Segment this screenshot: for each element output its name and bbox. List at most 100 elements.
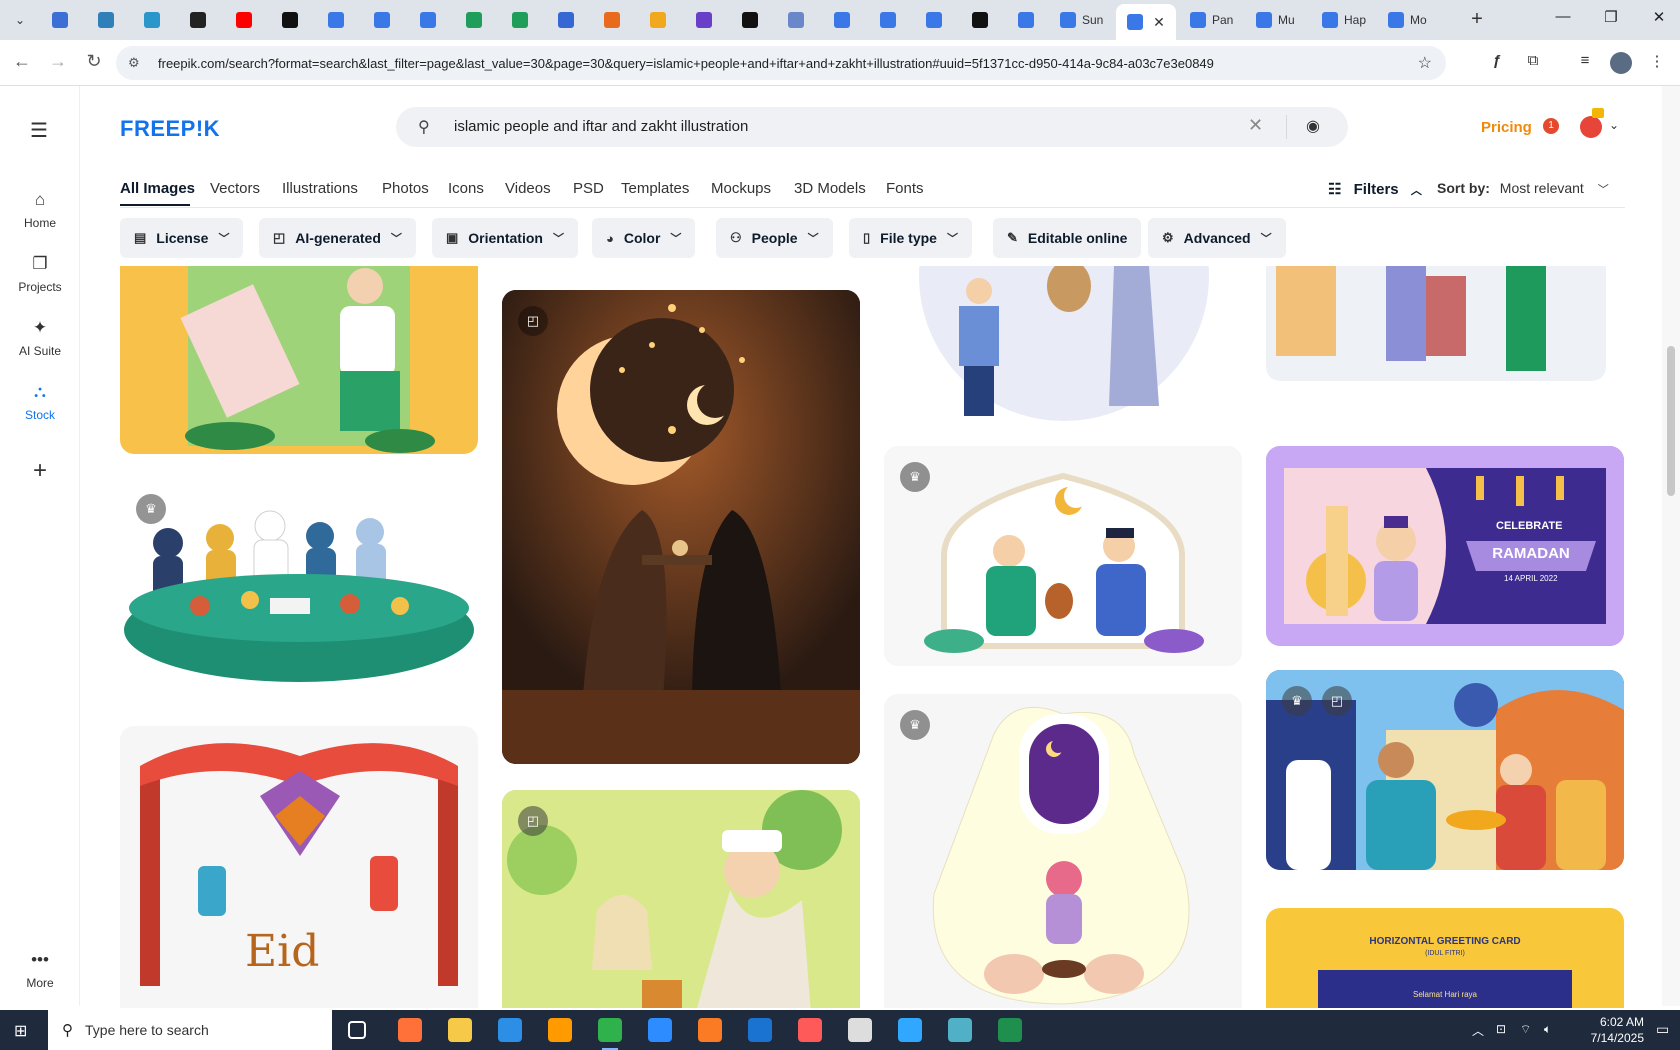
url-text[interactable]: freepik.com/search?format=search&last_fi… (158, 56, 1214, 71)
rail-item-ai-suite[interactable]: ✦ AI Suite (0, 318, 80, 358)
result-card-charity-circle[interactable] (884, 266, 1242, 424)
browser-tab[interactable] (958, 6, 1002, 34)
scrollbar-thumb[interactable] (1667, 346, 1675, 496)
browser-tab[interactable] (38, 6, 82, 34)
firefox-icon[interactable] (398, 1018, 422, 1042)
notification-center-icon[interactable]: ▭ (1656, 1021, 1669, 1038)
tray-chevron-up-icon[interactable]: ︿ (1472, 1022, 1484, 1039)
browser-tab[interactable] (866, 6, 910, 34)
result-card-zakat-giving[interactable]: ♛ (884, 446, 1242, 666)
browser-tab[interactable] (728, 6, 772, 34)
clear-search-icon[interactable]: ✕ (1248, 115, 1263, 136)
result-card-eid-lantern[interactable]: Eid (120, 726, 478, 1008)
close-window-button[interactable]: ✕ (1644, 8, 1674, 26)
browser-tab[interactable] (912, 6, 956, 34)
browser-tab[interactable] (360, 6, 404, 34)
volume-icon[interactable]: 🔈︎ (1544, 1022, 1551, 1037)
result-card-market-food[interactable]: ♛ ◰ (1266, 670, 1624, 870)
result-card-celebrate-ramadan[interactable]: CELEBRATE RAMADAN 14 APRIL 2022 (1266, 446, 1624, 646)
category-tab-icons[interactable]: Icons (448, 180, 484, 197)
zoom-icon[interactable] (648, 1018, 672, 1042)
category-tab-photos[interactable]: Photos (382, 180, 429, 197)
category-tab-templates[interactable]: Templates (621, 180, 689, 197)
filter-chip-file-type[interactable]: ▯ File type ﹀ (849, 218, 972, 258)
extensions-puzzle-icon[interactable]: ⧉ (1522, 52, 1544, 69)
category-tab-mockups[interactable]: Mockups (711, 180, 771, 197)
browser-tab[interactable] (406, 6, 450, 34)
filter-chip-people[interactable]: ⚇ People ﹀ (716, 218, 833, 258)
task-view-icon[interactable] (348, 1021, 366, 1039)
browser-tab[interactable]: ✕ (1116, 4, 1176, 40)
result-card-horizontal-greeting[interactable]: HORIZONTAL GREETING CARD (IDUL FITRI) Se… (1266, 908, 1624, 1008)
browser-tab[interactable] (452, 6, 496, 34)
rail-item-home[interactable]: ⌂ Home (0, 190, 80, 230)
camera-search-icon[interactable]: ◉ (1306, 116, 1320, 136)
wifi-icon[interactable]: ⌔ (1520, 1022, 1531, 1037)
sort-dropdown[interactable]: Sort by: Most relevant ﹀ (1437, 180, 1609, 197)
browser-tab[interactable]: Pan (1180, 6, 1238, 34)
browser-tab[interactable] (268, 6, 312, 34)
rail-item-more[interactable]: ••• More (0, 950, 80, 990)
rail-item-projects[interactable]: ❐ Projects (0, 254, 80, 294)
app-gem-icon[interactable] (948, 1018, 972, 1042)
chrome-icon[interactable] (598, 1018, 622, 1050)
filter-chip-orientation[interactable]: ▣ Orientation ﹀ (432, 218, 578, 258)
search-bar[interactable]: ⚲ islamic people and iftar and zakht ill… (396, 107, 1348, 147)
browser-tab[interactable] (130, 6, 174, 34)
extension-fonts-icon[interactable]: ƒ (1486, 52, 1508, 69)
browser-tab[interactable] (498, 6, 542, 34)
new-tab-button[interactable]: + (1465, 8, 1489, 32)
vscode-icon[interactable] (498, 1018, 522, 1042)
inkscape-icon[interactable] (848, 1018, 872, 1042)
browser-tab[interactable] (84, 6, 128, 34)
excel-icon[interactable] (998, 1018, 1022, 1042)
reload-button[interactable]: ↻ (82, 51, 106, 72)
browser-tab[interactable] (544, 6, 588, 34)
category-tab-vectors[interactable]: Vectors (210, 180, 260, 197)
result-card-elderly-couple[interactable] (1266, 266, 1606, 381)
user-avatar[interactable] (1580, 116, 1602, 138)
illustrator-icon[interactable] (548, 1018, 572, 1042)
result-card-drum-illustration[interactable] (120, 266, 478, 454)
tab-search-chevron-icon[interactable]: ⌄ (8, 8, 32, 32)
filter-chip-color[interactable]: ◕ Color ﹀ (592, 218, 696, 258)
photoshop-icon[interactable] (898, 1018, 922, 1042)
browser-tab[interactable]: Sun (1050, 6, 1108, 34)
category-tab-all-images[interactable]: All Images (120, 180, 195, 197)
page-scrollbar[interactable] (1662, 86, 1680, 1006)
file-explorer-icon[interactable] (448, 1018, 472, 1042)
browser-tab[interactable] (1004, 6, 1048, 34)
hamburger-menu-icon[interactable]: ☰ (30, 118, 48, 143)
filters-toggle-button[interactable]: ☷ Filters ︿ (1328, 180, 1422, 198)
notifications-bell-icon[interactable]: 1 (1543, 116, 1563, 136)
result-card-father-child-garden[interactable]: ◰ (502, 790, 860, 1008)
category-tab-3d-models[interactable]: 3D Models (794, 180, 866, 197)
filter-chip-ai-generated[interactable]: ◰ AI-generated ﹀ (259, 218, 416, 258)
pricing-link[interactable]: Pricing (1481, 119, 1532, 136)
address-bar[interactable]: ⚙ freepik.com/search?format=search&last_… (116, 46, 1446, 80)
category-tab-illustrations[interactable]: Illustrations (282, 180, 358, 197)
forward-button[interactable]: → (46, 51, 70, 72)
minimize-button[interactable]: — (1548, 8, 1578, 25)
browser-menu-icon[interactable]: ⋮ (1646, 52, 1668, 70)
browser-tab[interactable]: Mu (1246, 6, 1304, 34)
browser-tab[interactable] (774, 6, 818, 34)
result-card-couple-crescent[interactable]: ◰ (502, 290, 860, 764)
media-control-icon[interactable]: ≡ (1574, 52, 1596, 69)
browser-profile-avatar[interactable] (1610, 52, 1632, 74)
rail-item-stock[interactable]: ⛬ Stock (0, 382, 80, 422)
account-chevron-down-icon[interactable]: ⌄ (1609, 118, 1619, 132)
close-tab-icon[interactable]: ✕ (1153, 14, 1165, 31)
filter-chip-license[interactable]: ▤ License ﹀ (120, 218, 244, 258)
result-card-family-iftar-table[interactable]: ♛ (120, 478, 478, 706)
creative-cloud-icon[interactable] (798, 1018, 822, 1042)
taskbar-clock[interactable]: 6:02 AM 7/14/2025 (1568, 1014, 1644, 1046)
outlook-icon[interactable] (748, 1018, 772, 1042)
add-button[interactable]: + (20, 452, 60, 492)
browser-tab[interactable] (590, 6, 634, 34)
browser-tab[interactable] (222, 6, 266, 34)
category-tab-psd[interactable]: PSD (573, 180, 604, 197)
category-tab-videos[interactable]: Videos (505, 180, 551, 197)
xampp-icon[interactable] (698, 1018, 722, 1042)
freepik-logo[interactable]: FREEP!K (120, 116, 220, 142)
